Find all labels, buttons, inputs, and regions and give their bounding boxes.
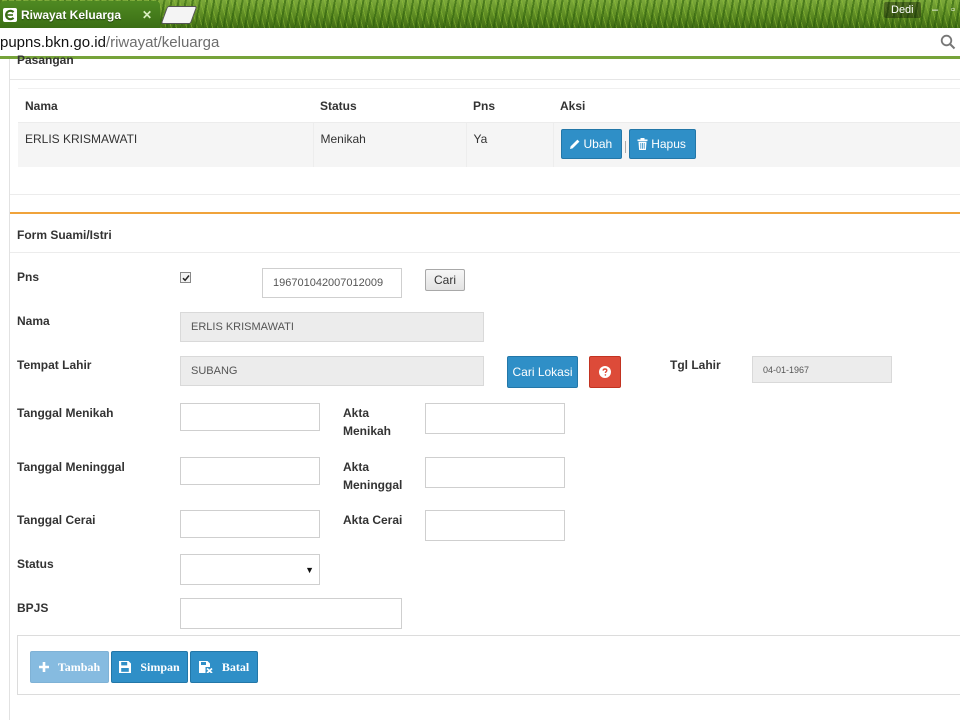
batal-label: Batal — [221, 659, 250, 674]
plus-icon — [38, 662, 49, 672]
browser-tab[interactable]: Riwayat Keluarga ✕ — [0, 1, 160, 28]
pencil-icon — [569, 139, 579, 149]
pns-label: Pns — [17, 270, 40, 284]
question-icon — [599, 366, 611, 378]
new-tab-button[interactable] — [160, 6, 198, 24]
table-row: ERLIS KRISMAWATI Menikah Ya Ubah Hapus — [18, 122, 960, 167]
pasangan-heading: Pasangan — [17, 53, 74, 67]
form-title: Form Suami/Istri — [17, 228, 112, 242]
tanggal-cerai-label: Tanggal Cerai — [17, 513, 96, 527]
column-header-pns: Pns — [466, 88, 553, 123]
cell-pns: Ya — [465, 122, 553, 167]
cell-nama: ERLIS KRISMAWATI — [18, 122, 313, 167]
tanggal-meninggal-label: Tanggal Meninggal — [17, 460, 125, 474]
page-content: Pasangan Nama Status Pns Aksi ERLIS KRIS… — [0, 53, 960, 720]
simpan-label: Simpan — [140, 659, 180, 674]
floppy-disk-icon — [119, 661, 132, 673]
tambah-button[interactable]: Tambah — [30, 651, 109, 683]
tambah-label: Tambah — [57, 659, 101, 674]
tempat-lahir-label: Tempat Lahir — [17, 358, 92, 372]
tab-title: Riwayat Keluarga — [21, 7, 122, 22]
nip-input[interactable]: 196701042007012009 — [262, 268, 402, 298]
bpjs-label: BPJS — [17, 601, 49, 615]
browser-titlebar: Riwayat Keluarga ✕ Dedi – ▫ — [0, 0, 960, 28]
minimize-icon[interactable]: – — [928, 3, 942, 17]
chevron-down-icon: ▼ — [305, 565, 314, 575]
nama-field[interactable]: ERLIS KRISMAWATI — [180, 312, 484, 342]
url-path: /riwayat/keluarga — [105, 34, 220, 51]
divider — [10, 79, 960, 80]
akta-meninggal-label-line2: Meninggal — [343, 478, 403, 492]
address-bar[interactable]: pupns.bkn.go.id/riwayat/keluarga — [0, 28, 960, 59]
column-header-aksi: Aksi — [553, 88, 960, 123]
help-button[interactable] — [589, 356, 621, 388]
separator — [625, 140, 627, 153]
akta-meninggal-label: Akta Meninggal — [343, 458, 402, 494]
tempat-lahir-field[interactable]: SUBANG — [180, 356, 484, 386]
trash-icon — [637, 138, 648, 150]
checkbox-check-icon — [181, 274, 190, 281]
akta-menikah-label-line2: Menikah — [343, 424, 392, 438]
profile-button[interactable]: Dedi — [884, 2, 921, 18]
column-header-nama: Nama — [18, 88, 313, 123]
tanggal-meninggal-input[interactable] — [180, 457, 320, 485]
akta-meninggal-label-line1: Akta — [343, 460, 370, 474]
cari-lokasi-button[interactable]: Cari Lokasi — [507, 356, 578, 388]
url-text[interactable]: pupns.bkn.go.id/riwayat/keluarga — [0, 34, 219, 51]
status-select[interactable]: ▼ — [180, 554, 320, 585]
bpjs-input[interactable] — [180, 598, 402, 629]
search-icon[interactable] — [940, 34, 956, 50]
tab-close-icon[interactable]: ✕ — [140, 8, 154, 22]
tanggal-menikah-label: Tanggal Menikah — [17, 406, 114, 420]
table-header-row: Nama Status Pns Aksi — [18, 88, 960, 123]
pns-checkbox[interactable] — [180, 272, 191, 283]
akta-cerai-input[interactable] — [425, 510, 565, 541]
tanggal-cerai-input[interactable] — [180, 510, 320, 538]
simpan-button[interactable]: Simpan — [111, 651, 188, 683]
hapus-label: Hapus — [651, 137, 686, 151]
ubah-label: Ubah — [583, 137, 613, 151]
divider — [10, 252, 960, 253]
akta-meninggal-input[interactable] — [425, 457, 565, 488]
ubah-button[interactable]: Ubah — [560, 129, 623, 159]
form-actions: Tambah Simpan Batal — [17, 635, 960, 695]
form-suami-istri-panel: Form Suami/Istri Pns 196701042007012009 … — [10, 212, 960, 696]
floppy-remove-icon — [198, 661, 213, 673]
nama-label: Nama — [17, 314, 50, 328]
hapus-button[interactable]: Hapus — [629, 129, 696, 159]
akta-menikah-label-line1: Akta — [343, 406, 370, 420]
tgl-lahir-label: Tgl Lahir — [670, 358, 721, 372]
pasangan-table: Nama Status Pns Aksi ERLIS KRISMAWATI Me… — [18, 88, 960, 167]
tanggal-menikah-input[interactable] — [180, 403, 320, 431]
cell-aksi: Ubah Hapus — [552, 122, 960, 167]
pasangan-panel: Pasangan Nama Status Pns Aksi ERLIS KRIS… — [10, 53, 960, 195]
divider — [10, 194, 960, 195]
akta-menikah-input[interactable] — [425, 403, 565, 434]
tgl-lahir-field[interactable]: 04-01-1967 — [752, 356, 892, 383]
url-host: pupns.bkn.go.id — [0, 34, 106, 51]
akta-cerai-label: Akta Cerai — [343, 513, 403, 527]
status-label: Status — [17, 557, 54, 571]
browser-favicon-icon — [3, 7, 17, 22]
batal-button[interactable]: Batal — [190, 651, 258, 683]
akta-menikah-label: Akta Menikah — [343, 404, 391, 440]
cari-button[interactable]: Cari — [425, 269, 466, 291]
cell-status: Menikah — [312, 122, 466, 167]
column-header-status: Status — [313, 88, 466, 123]
maximize-icon[interactable]: ▫ — [946, 3, 960, 17]
